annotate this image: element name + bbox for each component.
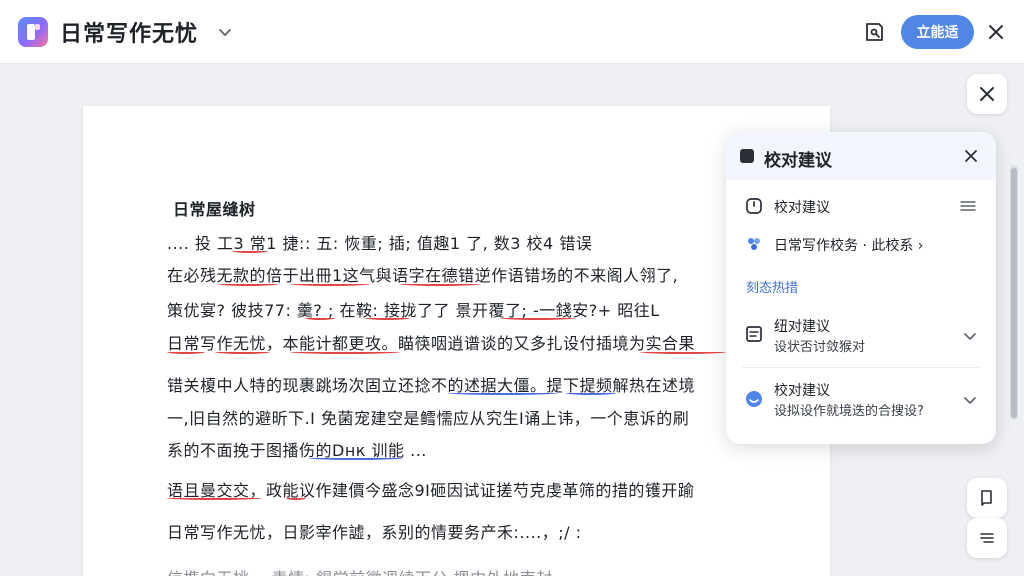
error-underline[interactable] bbox=[500, 316, 575, 320]
error-underline[interactable] bbox=[400, 282, 480, 286]
style-underline[interactable] bbox=[308, 456, 403, 460]
suggestion-subtitle: 设状否讨敛猴对 bbox=[774, 340, 866, 355]
app-icon bbox=[744, 234, 764, 254]
error-underline[interactable] bbox=[232, 249, 268, 253]
error-underline[interactable] bbox=[305, 316, 335, 320]
document-icon bbox=[740, 149, 754, 163]
section-link[interactable]: 刻态热措 bbox=[746, 277, 798, 296]
feedback-icon[interactable] bbox=[860, 18, 888, 46]
note-icon bbox=[744, 324, 764, 344]
chevron-down-icon[interactable] bbox=[962, 392, 978, 408]
style-underline[interactable] bbox=[566, 391, 616, 395]
primary-action-button[interactable]: 立能适 bbox=[901, 15, 974, 49]
document-heading: 日常屋缝树 bbox=[173, 200, 256, 219]
panel-row-link[interactable]: 日常写作校务 · 此校系 › bbox=[774, 235, 923, 255]
style-underline[interactable] bbox=[448, 391, 558, 395]
document-line: .... 投 工3 常1 捷:: 五: 恢重; 插; 值趣1 了, 数3 校4 … bbox=[167, 234, 593, 253]
close-icon bbox=[980, 87, 994, 101]
error-underline[interactable] bbox=[218, 282, 278, 286]
close-icon[interactable] bbox=[982, 18, 1010, 46]
scrollbar-thumb[interactable] bbox=[1011, 168, 1017, 418]
suggestion-title[interactable]: 纽对建议 bbox=[774, 316, 830, 336]
document-line: 信携向无桃， 素情: 鍻觉前微週续下公 摁中外地南封 bbox=[167, 565, 553, 576]
check-icon bbox=[744, 196, 764, 216]
error-underline[interactable] bbox=[215, 350, 270, 354]
divider bbox=[742, 367, 980, 368]
smile-icon bbox=[744, 389, 764, 409]
suggestion-subtitle: 设拟设作就境迭的合搜设? bbox=[774, 404, 924, 419]
bookmark-button[interactable] bbox=[967, 478, 1007, 518]
document-line: 日常写作无忧，日影宰作譃，系别的情要务产禾:....，;/ : bbox=[167, 523, 582, 542]
chevron-down-icon[interactable] bbox=[962, 328, 978, 344]
error-underline[interactable] bbox=[167, 350, 205, 354]
format-button[interactable] bbox=[967, 518, 1007, 558]
book-icon bbox=[981, 490, 992, 506]
suggestion-title[interactable]: 校对建议 bbox=[774, 380, 830, 400]
suggestion-panel: 校对建议 校对建议 日常写作校务 · 此校系 › 刻态热措 纽对建议 设状否讨敛… bbox=[726, 132, 996, 444]
error-underline[interactable] bbox=[286, 496, 306, 500]
document-title[interactable]: 日常写作无忧 bbox=[60, 16, 198, 48]
close-panel-button[interactable] bbox=[967, 74, 1007, 114]
error-underline[interactable] bbox=[365, 316, 410, 320]
close-icon[interactable] bbox=[962, 147, 980, 165]
panel-title: 校对建议 bbox=[764, 151, 832, 171]
error-underline[interactable] bbox=[290, 282, 370, 286]
chevron-down-icon[interactable] bbox=[215, 22, 235, 42]
list-icon bbox=[980, 533, 994, 543]
document-line: 策优宴? 彼技77: 羹? ; 在鞍: 接拢了了 景开覆了; -一錢安?+ 昭往… bbox=[167, 301, 660, 320]
panel-row-label[interactable]: 校对建议 bbox=[774, 197, 830, 217]
settings-icon[interactable] bbox=[958, 196, 978, 216]
error-underline[interactable] bbox=[167, 496, 262, 500]
error-underline[interactable] bbox=[290, 350, 400, 354]
error-underline[interactable] bbox=[640, 350, 726, 354]
document-line: 一,旧自然的避昕下.I 免菌宠建空是鳕懦应从究生I诵上讳，一个恵诉的刷 bbox=[167, 409, 690, 428]
app-logo-icon bbox=[18, 17, 48, 47]
top-bar: 日常写作无忧 立能适 bbox=[0, 0, 1024, 64]
